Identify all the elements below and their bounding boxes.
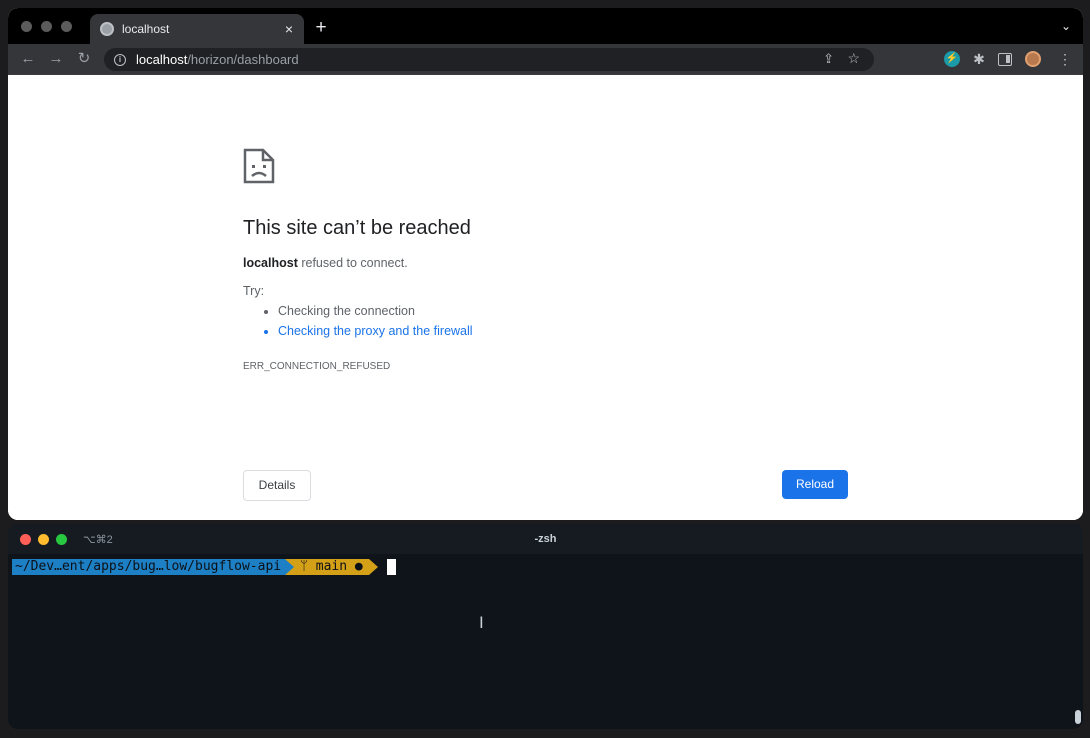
error-title: This site can’t be reached: [243, 217, 471, 239]
reload-icon[interactable]: ↻: [74, 49, 94, 69]
error-code: ERR_CONNECTION_REFUSED: [243, 361, 391, 372]
suggestion-check-connection: Checking the connection: [278, 304, 473, 318]
prompt-end-icon: [368, 559, 378, 575]
kebab-menu-icon[interactable]: ⋮: [1057, 51, 1073, 67]
ibeam-cursor-icon: Ⅰ: [479, 613, 484, 632]
tab-title: localhost: [122, 22, 170, 36]
error-message-text: refused to connect.: [297, 256, 408, 270]
back-button[interactable]: ←: [18, 49, 38, 69]
tab-search-chevron-icon[interactable]: ⌄: [1061, 19, 1071, 33]
forward-button[interactable]: →: [46, 49, 66, 69]
site-info-icon[interactable]: i: [114, 53, 126, 66]
globe-icon: [100, 22, 114, 36]
terminal-scrollbar[interactable]: [1075, 710, 1081, 724]
minimize-window-button[interactable]: [41, 21, 52, 32]
url-host: localhost: [136, 52, 188, 67]
suggestion-check-proxy-link[interactable]: Checking the proxy and the firewall: [278, 324, 473, 338]
url-path: /horizon/dashboard: [187, 52, 299, 67]
error-host: localhost: [243, 256, 298, 270]
extension-bolt-icon[interactable]: ⚡: [944, 51, 960, 67]
text-cursor: [386, 559, 396, 575]
new-tab-button[interactable]: +: [310, 17, 332, 39]
terminal-window: ⌥⌘2 -zsh ~/Dev…ent/apps/bug…low/bugflow-…: [8, 524, 1083, 729]
tab-localhost[interactable]: localhost ×: [90, 14, 304, 44]
share-icon[interactable]: ⇪: [823, 51, 834, 67]
prompt-separator-icon: [285, 559, 295, 575]
git-branch-icon: ᛘ: [300, 559, 308, 574]
close-window-button[interactable]: [21, 21, 32, 32]
git-branch-label: main ●: [307, 559, 363, 574]
terminal-title: -zsh: [534, 533, 557, 545]
terminal-titlebar: ⌥⌘2 -zsh: [8, 524, 1083, 554]
tab-strip: localhost × + ⌄: [8, 8, 1083, 44]
browser-window: localhost × + ⌄ ← → ↻ i localhost/horizo…: [8, 8, 1083, 520]
browser-toolbar: ← → ↻ i localhost/horizon/dashboard ⇪ ☆ …: [8, 44, 1083, 75]
prompt-git-branch: ᛘ main ●: [294, 559, 369, 575]
details-button[interactable]: Details: [243, 470, 311, 501]
error-page: This site can’t be reached localhost ref…: [8, 75, 1083, 520]
try-label: Try:: [243, 284, 265, 298]
bookmark-star-icon[interactable]: ☆: [847, 50, 860, 67]
prompt-path: ~/Dev…ent/apps/bug…low/bugflow-api: [12, 559, 286, 575]
shell-prompt[interactable]: ~/Dev…ent/apps/bug…low/bugflow-api ᛘ mai…: [12, 559, 396, 575]
error-message: localhost refused to connect.: [243, 256, 408, 270]
suggestion-list: Checking the connection Checking the pro…: [278, 304, 473, 344]
extensions-puzzle-icon[interactable]: ✱: [971, 51, 987, 67]
side-panel-icon[interactable]: [998, 53, 1012, 66]
profile-avatar[interactable]: [1025, 51, 1041, 67]
maximize-window-button[interactable]: [61, 21, 72, 32]
tab-close-icon[interactable]: ×: [280, 21, 298, 37]
address-bar[interactable]: i localhost/horizon/dashboard ⇪ ☆: [104, 48, 874, 71]
sad-page-icon: [243, 148, 275, 184]
reload-button[interactable]: Reload: [782, 470, 848, 499]
